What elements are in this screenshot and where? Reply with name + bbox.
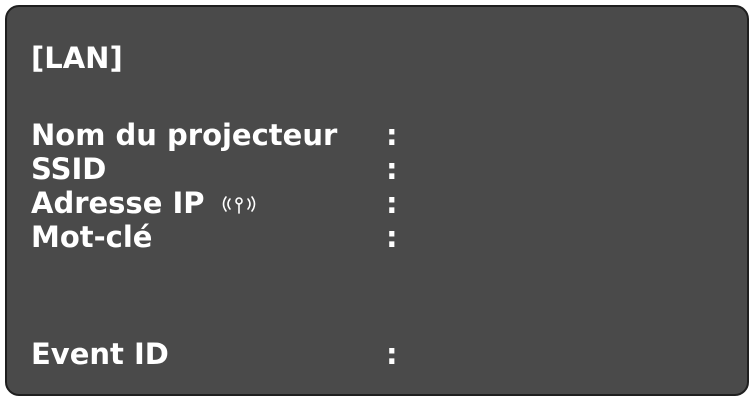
separator: : <box>386 152 398 186</box>
wireless-signal-icon <box>222 196 256 214</box>
ip-address-label: Adresse IP <box>31 186 205 220</box>
lan-info-panel: [LAN] Nom du projecteur : SSID : Adresse… <box>5 5 749 396</box>
panel-title: [LAN] <box>31 41 123 75</box>
event-id-label: Event ID <box>31 337 169 371</box>
ssid-label: SSID <box>31 152 107 186</box>
separator: : <box>386 118 398 152</box>
separator: : <box>386 337 398 371</box>
separator: : <box>386 186 398 220</box>
separator: : <box>386 220 398 254</box>
keyword-label: Mot-clé <box>31 220 153 254</box>
projector-name-label: Nom du projecteur <box>31 118 338 152</box>
